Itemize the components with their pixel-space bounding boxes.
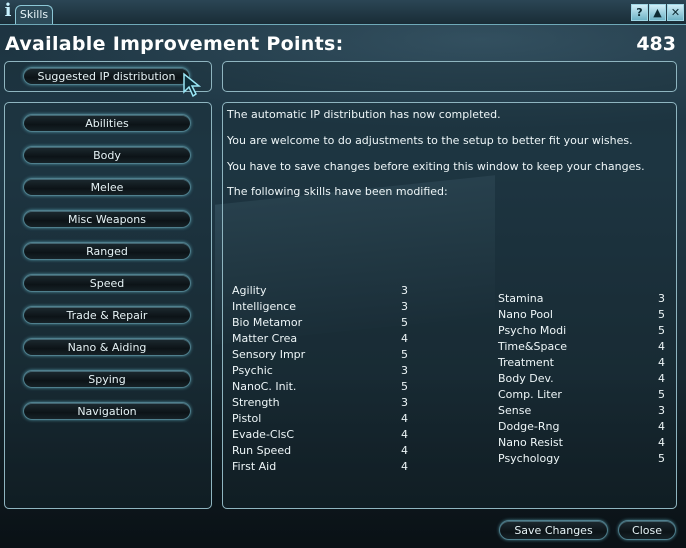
skill-name: Psychic (232, 364, 273, 377)
help-button[interactable]: ? (631, 4, 648, 21)
skill-value: 5 (401, 348, 408, 361)
message-line: You have to save changes before exiting … (227, 160, 645, 173)
category-navigation-button[interactable]: Navigation (23, 402, 191, 420)
skill-name: Bio Metamor (232, 316, 303, 329)
skill-value: 4 (658, 436, 665, 449)
skill-name: Comp. Liter (498, 388, 562, 401)
skill-value: 5 (658, 452, 665, 465)
skill-name: Run Speed (232, 444, 292, 457)
skill-value: 5 (401, 316, 408, 329)
skill-value: 4 (658, 356, 665, 369)
category-speed-button[interactable]: Speed (23, 274, 191, 292)
skill-name: Psycho Modi (498, 324, 567, 337)
page-title: Available Improvement Points: (5, 33, 344, 55)
skill-name: First Aid (232, 460, 277, 473)
skill-name: Evade-ClsC (232, 428, 295, 441)
close-button[interactable]: Close (618, 520, 676, 540)
category-trade-repair-button[interactable]: Trade & Repair (23, 306, 191, 324)
category-body-button[interactable]: Body (23, 146, 191, 164)
skill-name: Agility (232, 284, 267, 297)
category-nano-aiding-button[interactable]: Nano & Aiding (23, 338, 191, 356)
skill-value: 5 (658, 324, 665, 337)
info-bar-panel (222, 61, 677, 92)
skill-name: Stamina (498, 292, 544, 305)
skill-value: 3 (401, 284, 408, 297)
skill-value: 4 (658, 420, 665, 433)
skill-value: 4 (401, 460, 408, 473)
pin-button[interactable]: ▲ (649, 4, 666, 21)
skill-name: Nano Resist (498, 436, 563, 449)
skill-name: Nano Pool (498, 308, 553, 321)
skill-name: Pistol (232, 412, 262, 425)
skill-value: 5 (401, 380, 408, 393)
skill-value: 4 (401, 412, 408, 425)
category-abilities-button[interactable]: Abilities (23, 114, 191, 132)
skill-value: 5 (658, 388, 665, 401)
skill-value: 4 (401, 444, 408, 457)
skill-value: 4 (658, 372, 665, 385)
skill-name: Time&Space (498, 340, 568, 353)
skill-name: Body Dev. (498, 372, 554, 385)
skill-name: Psychology (498, 452, 560, 465)
skill-name: Sense (498, 404, 532, 417)
message-line: The automatic IP distribution has now co… (227, 108, 501, 121)
skill-value: 4 (658, 340, 665, 353)
skill-name: Dodge-Rng (498, 420, 560, 433)
skill-value: 3 (401, 364, 408, 377)
ip-points-value: 483 (636, 33, 676, 55)
skill-value: 4 (401, 332, 408, 345)
title-bar: i Skills ? ▲ ✕ (0, 0, 686, 25)
category-ranged-button[interactable]: Ranged (23, 242, 191, 260)
skill-value: 3 (401, 396, 408, 409)
suggested-ip-distribution-button[interactable]: Suggested IP distribution (23, 67, 190, 85)
category-spying-button[interactable]: Spying (23, 370, 191, 388)
skill-value: 3 (401, 300, 408, 313)
skill-name: NanoC. Init. (232, 380, 297, 393)
skill-value: 5 (658, 308, 665, 321)
skill-name: Treatment (498, 356, 554, 369)
message-line: The following skills have been modified: (227, 185, 448, 198)
skill-value: 3 (658, 292, 665, 305)
cursor-icon (183, 72, 202, 98)
save-changes-button[interactable]: Save Changes (499, 520, 608, 540)
skill-value: 3 (658, 404, 665, 417)
category-melee-button[interactable]: Melee (23, 178, 191, 196)
skill-name: Matter Crea (232, 332, 298, 345)
info-icon[interactable]: i (2, 1, 14, 21)
skill-value: 4 (401, 428, 408, 441)
skill-name: Intelligence (232, 300, 297, 313)
category-misc-weapons-button[interactable]: Misc Weapons (23, 210, 191, 228)
message-line: You are welcome to do adjustments to the… (227, 134, 633, 147)
skill-name: Sensory Impr (232, 348, 306, 361)
skill-name: Strength (232, 396, 280, 409)
close-window-button[interactable]: ✕ (667, 4, 684, 21)
